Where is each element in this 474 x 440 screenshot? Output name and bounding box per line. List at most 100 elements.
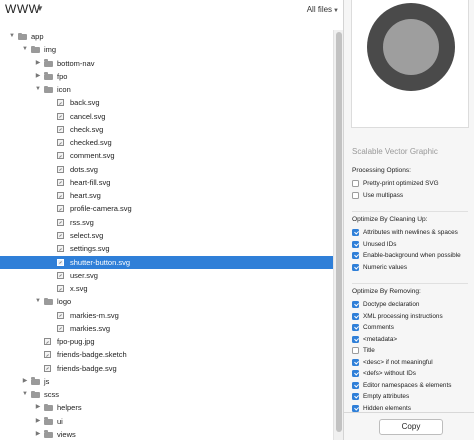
folder-icon <box>31 45 40 54</box>
file-icon <box>57 271 64 279</box>
tree-folder-row[interactable]: ▼ img <box>0 43 333 56</box>
disclosure-expanded-icon[interactable]: ▼ <box>34 295 42 308</box>
tree-folder-row[interactable]: ▶ ui <box>0 415 333 428</box>
tree-file-row[interactable]: friends-badge.sketch <box>0 348 333 361</box>
file-browser-pane: WWW ▼ All files▼ ▼ app ▼ img ▶ bottom-nav ▶ fpo… <box>0 0 343 440</box>
checkbox-unchecked[interactable] <box>352 191 359 199</box>
tree-file-row[interactable]: profile-camera.svg <box>0 202 333 215</box>
checkbox-checked[interactable] <box>352 404 359 412</box>
tree-folder-row[interactable]: ▶ js <box>0 375 333 388</box>
tree-file-row[interactable]: markies.svg <box>0 322 333 335</box>
option-label: Unused IDs <box>363 240 397 248</box>
option-label: Empty attributes <box>363 393 410 400</box>
tree-file-row[interactable]: rss.svg <box>0 216 333 229</box>
checkbox-checked[interactable] <box>352 335 359 343</box>
file-icon <box>57 205 64 213</box>
tree-file-row[interactable]: comment.svg <box>0 149 333 162</box>
folder-icon <box>44 85 53 94</box>
all-files-filter[interactable]: All files▼ <box>307 5 339 14</box>
file-icon <box>57 324 64 332</box>
tree-folder-row[interactable]: ▶ helpers <box>0 401 333 414</box>
option-label: Pretty-print optimized SVG <box>363 180 439 187</box>
tree-folder-row[interactable]: ▼ scss <box>0 388 333 401</box>
copy-button[interactable]: Copy <box>379 419 443 435</box>
checkbox-unchecked[interactable] <box>352 347 359 354</box>
tree-file-row[interactable]: x.svg <box>0 282 333 295</box>
tree-item-label: fpo-pug.jpg <box>57 337 95 347</box>
checkbox-checked[interactable] <box>352 381 359 389</box>
tree-file-row[interactable]: checked.svg <box>0 136 333 149</box>
file-icon <box>57 139 64 147</box>
tree-item-label: heart.svg <box>70 191 101 201</box>
checkbox-checked[interactable] <box>352 252 359 259</box>
tree-file-row[interactable]: dots.svg <box>0 163 333 176</box>
tree-folder-row[interactable]: ▼ logo <box>0 295 333 308</box>
all-files-label: All files <box>306 5 333 14</box>
tree-file-row[interactable]: friends-badge.svg <box>0 362 333 375</box>
option-label: <metadata> <box>363 335 398 343</box>
tree-item-label: select.svg <box>70 230 104 240</box>
shutter-button-preview-image <box>367 3 455 91</box>
disclosure-collapsed-icon[interactable]: ▶ <box>21 375 29 388</box>
disclosure-expanded-icon[interactable]: ▼ <box>34 83 42 96</box>
checkbox-checked[interactable] <box>352 263 359 271</box>
option-label: Enable-background when possible <box>363 252 461 259</box>
tree-item-label: icon <box>57 85 71 95</box>
tree-file-row[interactable]: shutter-button.svg <box>0 255 333 269</box>
tree-folder-row[interactable]: ▶ bottom-nav <box>0 57 333 70</box>
checkbox-unchecked[interactable] <box>352 180 359 187</box>
tree-file-row[interactable]: settings.svg <box>0 242 333 255</box>
checkbox-checked[interactable] <box>352 324 359 331</box>
tree-folder-row[interactable]: ▼ icon <box>0 83 333 96</box>
file-icon <box>44 338 51 346</box>
tree-item-label: cancel.svg <box>70 111 106 121</box>
disclosure-collapsed-icon[interactable]: ▶ <box>34 415 42 428</box>
chevron-down-icon[interactable]: ▼ <box>36 4 44 13</box>
tree-item-label: markies.svg <box>70 323 111 333</box>
file-icon <box>57 152 64 160</box>
file-browser-header: WWW ▼ All files▼ <box>0 0 343 22</box>
file-icon <box>57 311 64 319</box>
disclosure-collapsed-icon[interactable]: ▶ <box>34 70 42 83</box>
tree-file-row[interactable]: user.svg <box>0 269 333 282</box>
disclosure-expanded-icon[interactable]: ▼ <box>21 388 29 401</box>
file-tree: ▼ app ▼ img ▶ bottom-nav ▶ fpo ▼ icon back.svg canc… <box>0 30 333 440</box>
tree-file-row[interactable]: select.svg <box>0 229 333 242</box>
tree-file-row[interactable]: heart.svg <box>0 189 333 202</box>
disclosure-collapsed-icon[interactable]: ▶ <box>34 401 42 414</box>
tree-file-row[interactable]: fpo-pug.jpg <box>0 335 333 348</box>
file-icon <box>57 258 64 266</box>
checkbox-checked[interactable] <box>352 229 359 236</box>
tree-file-row[interactable]: heart-fill.svg <box>0 176 333 189</box>
tree-file-row[interactable]: markies-m.svg <box>0 309 333 322</box>
scrollbar-track[interactable] <box>333 30 343 440</box>
tree-file-row[interactable]: back.svg <box>0 96 333 109</box>
checkbox-checked[interactable] <box>352 301 359 308</box>
tree-item-label: heart-fill.svg <box>70 177 111 187</box>
disclosure-expanded-icon[interactable]: ▼ <box>21 43 29 56</box>
disclosure-collapsed-icon[interactable]: ▶ <box>34 428 42 440</box>
scrollbar-thumb[interactable] <box>336 32 342 432</box>
disclosure-collapsed-icon[interactable]: ▶ <box>34 57 42 70</box>
tree-folder-row[interactable]: ▶ fpo <box>0 70 333 83</box>
tree-file-row[interactable]: check.svg <box>0 123 333 136</box>
file-icon <box>57 165 64 173</box>
tree-folder-row[interactable]: ▶ views <box>0 428 333 440</box>
tree-folder-row[interactable]: ▼ app <box>0 30 333 43</box>
tree-item-label: check.svg <box>70 124 104 134</box>
file-icon <box>57 99 64 107</box>
checkbox-checked[interactable] <box>352 240 359 248</box>
tree-item-label: logo <box>57 297 72 307</box>
tree-file-row[interactable]: cancel.svg <box>0 110 333 123</box>
checkbox-checked[interactable] <box>352 312 359 320</box>
cleaning-section-title: Optimize By Cleaning Up: <box>352 216 428 223</box>
checkbox-checked[interactable] <box>352 358 359 366</box>
file-icon <box>57 245 64 253</box>
file-icon <box>57 112 64 120</box>
file-icon <box>57 218 64 226</box>
checkbox-checked[interactable] <box>352 370 359 377</box>
disclosure-expanded-icon[interactable]: ▼ <box>8 30 16 43</box>
folder-icon <box>44 297 53 306</box>
checkbox-checked[interactable] <box>352 393 359 400</box>
inspector-pane: Scalable Vector Graphic Processing Optio… <box>343 0 474 440</box>
